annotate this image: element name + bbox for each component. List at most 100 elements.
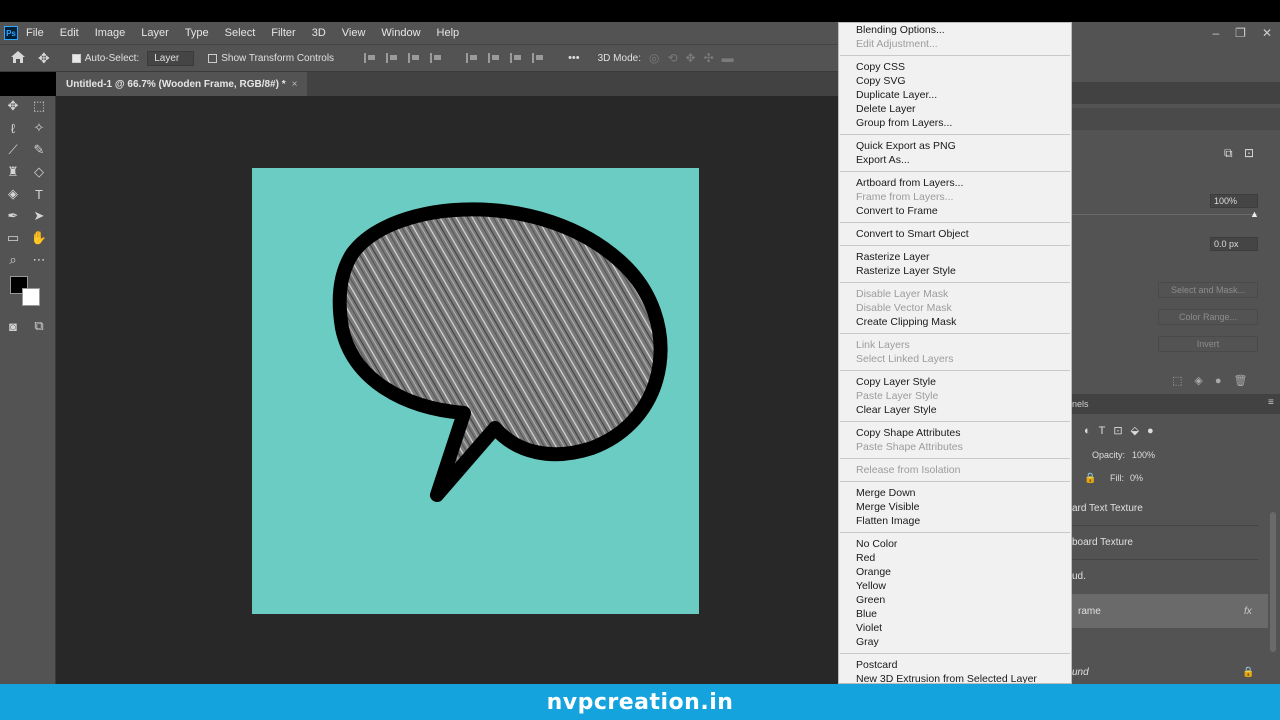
screen-mode-icon[interactable]: ⧉ xyxy=(28,316,50,336)
density-slider[interactable] xyxy=(1072,214,1258,215)
brush-icon[interactable]: ✎ xyxy=(28,140,50,160)
lasso-icon[interactable]: ℓ xyxy=(2,118,24,138)
align-top-icon[interactable] xyxy=(466,53,478,63)
menu-type[interactable]: Type xyxy=(185,27,209,39)
background-color-swatch[interactable] xyxy=(22,288,40,306)
slider-thumb-icon[interactable]: ▲ xyxy=(1250,209,1259,219)
context-menu-item[interactable]: New 3D Extrusion from Selected Layer xyxy=(839,672,1071,683)
restore-icon[interactable]: ❐ xyxy=(1235,26,1246,40)
document-tab[interactable]: Untitled-1 @ 66.7% (Wooden Frame, RGB/8#… xyxy=(56,72,308,96)
auto-select-checkbox[interactable]: Auto-Select: xyxy=(71,53,139,64)
context-menu-item[interactable]: Green xyxy=(839,593,1071,607)
menu-filter[interactable]: Filter xyxy=(271,27,295,39)
context-menu-item[interactable]: Merge Visible xyxy=(839,500,1071,514)
context-menu-item[interactable]: Export As... xyxy=(839,153,1071,167)
document-canvas[interactable] xyxy=(252,168,699,614)
context-menu-item[interactable]: Artboard from Layers... xyxy=(839,176,1071,190)
layers-scrollbar[interactable] xyxy=(1270,512,1276,652)
magic-wand-icon[interactable]: ✧ xyxy=(28,118,50,138)
context-menu-item[interactable]: Copy CSS xyxy=(839,60,1071,74)
density-field[interactable]: 100% xyxy=(1210,194,1258,208)
rectangle-icon[interactable]: ▭ xyxy=(2,228,24,248)
menu-view[interactable]: View xyxy=(342,27,366,39)
context-menu-item[interactable]: Convert to Smart Object xyxy=(839,227,1071,241)
marquee-icon[interactable]: ⬚ xyxy=(28,96,50,116)
close-tab-icon[interactable]: × xyxy=(292,79,298,90)
context-menu-item[interactable]: Postcard xyxy=(839,658,1071,672)
context-menu-item[interactable]: Copy Layer Style xyxy=(839,375,1071,389)
invert-button[interactable]: Invert xyxy=(1158,336,1258,352)
context-menu-item[interactable]: Copy Shape Attributes xyxy=(839,426,1071,440)
menu-layer[interactable]: Layer xyxy=(141,27,169,39)
minimize-icon[interactable]: – xyxy=(1212,26,1219,40)
hand-icon[interactable]: ✋ xyxy=(28,228,50,248)
align-bottom-icon[interactable] xyxy=(510,53,522,63)
layer-row[interactable]: ud. xyxy=(1072,559,1268,593)
home-icon[interactable] xyxy=(10,50,26,67)
context-menu-item[interactable]: Create Clipping Mask xyxy=(839,315,1071,329)
auto-select-dropdown[interactable]: Layer xyxy=(147,50,195,66)
context-menu-item[interactable]: Violet xyxy=(839,621,1071,635)
select-and-mask-button[interactable]: Select and Mask... xyxy=(1158,282,1258,298)
fill-value[interactable]: 0% xyxy=(1130,473,1143,483)
eyedropper-icon[interactable]: ⟋ xyxy=(2,140,24,160)
context-menu-item[interactable]: Group from Layers... xyxy=(839,116,1071,130)
layer-row[interactable]: und 🔒 xyxy=(1072,660,1268,684)
fx-badge[interactable]: fx xyxy=(1244,606,1252,617)
align-left-icon[interactable] xyxy=(364,53,376,63)
context-menu-item[interactable]: Rasterize Layer xyxy=(839,250,1071,264)
context-menu-item[interactable]: Merge Down xyxy=(839,486,1071,500)
close-window-icon[interactable]: ✕ xyxy=(1262,26,1272,40)
context-menu-item[interactable]: Delete Layer xyxy=(839,102,1071,116)
align-right-icon[interactable] xyxy=(408,53,420,63)
more-options-icon[interactable]: ••• xyxy=(568,52,580,64)
context-menu-item[interactable]: Quick Export as PNG xyxy=(839,139,1071,153)
layer-row-selected[interactable]: rame fx xyxy=(1072,594,1268,628)
feather-field[interactable]: 0.0 px xyxy=(1210,237,1258,251)
quick-mask-icon[interactable]: ◙ xyxy=(2,316,24,336)
gradient-icon[interactable]: ◈ xyxy=(2,184,24,204)
context-menu-item[interactable]: Orange xyxy=(839,565,1071,579)
lock-icon[interactable]: 🔒 xyxy=(1084,473,1096,484)
menu-3d[interactable]: 3D xyxy=(312,27,326,39)
context-menu-item[interactable]: Clear Layer Style xyxy=(839,403,1071,417)
menu-window[interactable]: Window xyxy=(381,27,420,39)
menu-file[interactable]: File xyxy=(26,27,44,39)
context-menu-item[interactable]: Blending Options... xyxy=(839,23,1071,37)
menu-edit[interactable]: Edit xyxy=(60,27,79,39)
eraser-icon[interactable]: ◇ xyxy=(28,162,50,182)
context-menu-item[interactable]: Copy SVG xyxy=(839,74,1071,88)
path-select-icon[interactable]: ➤ xyxy=(28,206,50,226)
mask-vector-icon[interactable]: ⊡ xyxy=(1244,146,1254,160)
context-menu-item[interactable]: Gray xyxy=(839,635,1071,649)
mask-pixel-icon[interactable]: ⧉ xyxy=(1224,146,1233,161)
align-middle-icon[interactable] xyxy=(488,53,500,63)
menu-select[interactable]: Select xyxy=(225,27,256,39)
move-tool-icon[interactable]: ✥ xyxy=(38,50,50,67)
move-icon[interactable]: ✥ xyxy=(2,96,24,116)
align-center-icon[interactable] xyxy=(386,53,398,63)
menu-image[interactable]: Image xyxy=(95,27,126,39)
show-transform-checkbox[interactable]: Show Transform Controls xyxy=(208,53,334,64)
more-tools-icon[interactable]: ⋯ xyxy=(28,250,50,270)
distribute-icon[interactable] xyxy=(430,53,442,63)
context-menu-item[interactable]: Duplicate Layer... xyxy=(839,88,1071,102)
context-menu-item[interactable]: Flatten Image xyxy=(839,514,1071,528)
context-menu-item[interactable]: Rasterize Layer Style xyxy=(839,264,1071,278)
context-menu-item[interactable]: Yellow xyxy=(839,579,1071,593)
context-menu-item[interactable]: Red xyxy=(839,551,1071,565)
menu-help[interactable]: Help xyxy=(437,27,460,39)
opacity-value[interactable]: 100% xyxy=(1132,450,1155,460)
stamp-icon[interactable]: ♜ xyxy=(2,162,24,182)
panel-menu-icon[interactable]: ≡ xyxy=(1268,397,1274,408)
context-menu-item[interactable]: Blue xyxy=(839,607,1071,621)
type-icon[interactable]: T xyxy=(28,184,50,204)
layer-row[interactable]: board Texture xyxy=(1072,525,1268,559)
zoom-icon[interactable]: ⌕ xyxy=(2,250,24,270)
pen-icon[interactable]: ✒ xyxy=(2,206,24,226)
layer-row[interactable]: ard Text Texture xyxy=(1072,491,1268,525)
distribute-vertical-icon[interactable] xyxy=(532,53,544,63)
context-menu-item[interactable]: Convert to Frame xyxy=(839,204,1071,218)
context-menu-item[interactable]: No Color xyxy=(839,537,1071,551)
color-range-button[interactable]: Color Range... xyxy=(1158,309,1258,325)
